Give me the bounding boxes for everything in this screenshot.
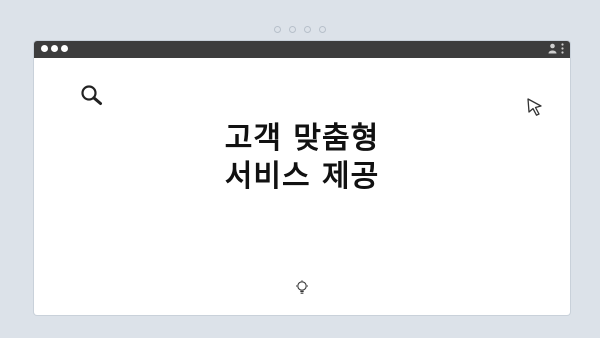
pagination-dot [304,26,311,33]
kebab-menu-icon[interactable] [561,43,564,54]
pagination-dot [319,26,326,33]
page-title: 고객 맞춤형 서비스 제공 [34,120,570,196]
close-dot[interactable] [41,45,48,52]
page-background: 고객 맞춤형 서비스 제공 [0,0,600,338]
minimize-dot[interactable] [51,45,58,52]
title-line-2: 서비스 제공 [224,159,380,194]
lightbulb-icon [295,280,309,300]
maximize-dot[interactable] [61,45,68,52]
window-controls [41,45,68,52]
titlebar-actions [548,43,564,54]
title-line-1: 고객 맞춤형 [224,121,380,156]
pagination-dot [274,26,281,33]
browser-window: 고객 맞춤형 서비스 제공 [34,41,570,315]
pagination-dots [0,26,600,33]
user-icon[interactable] [548,43,557,54]
pagination-dot [289,26,296,33]
window-content: 고객 맞춤형 서비스 제공 [34,58,570,315]
window-titlebar [34,41,570,58]
cursor-icon [526,97,544,121]
search-icon[interactable] [80,84,104,110]
